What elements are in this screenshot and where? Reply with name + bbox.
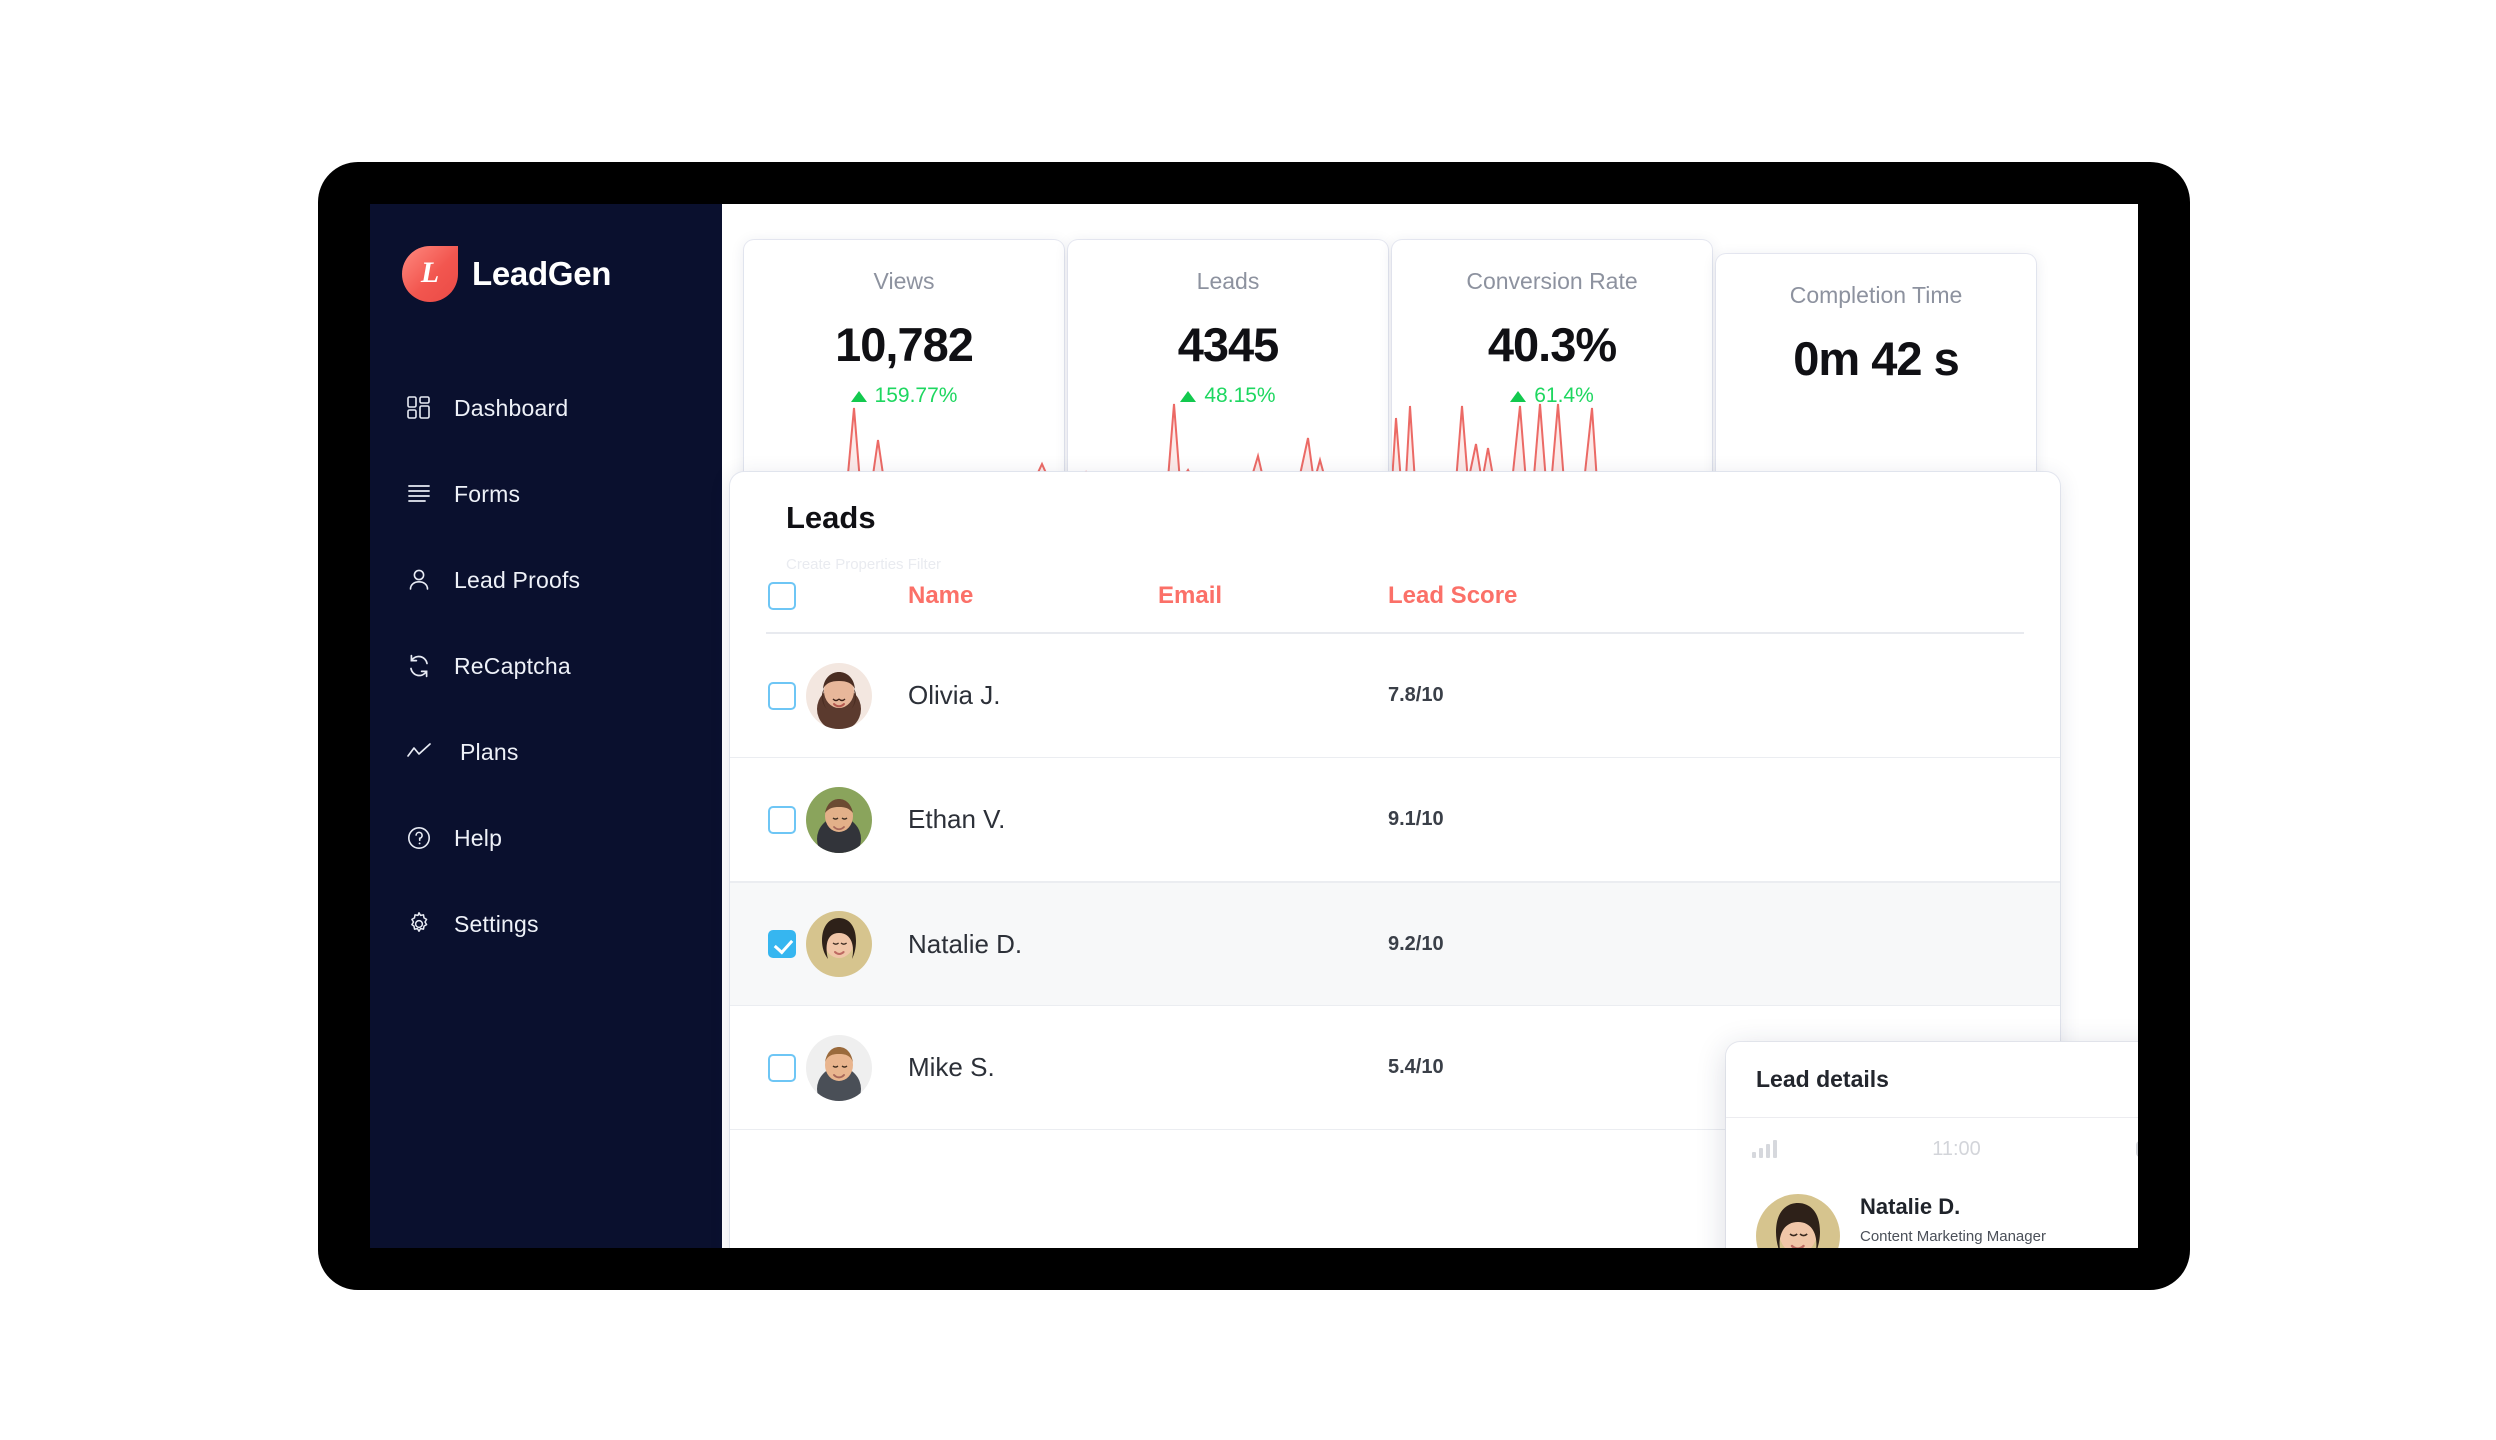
row-select-cell xyxy=(730,930,806,958)
table-row[interactable]: Natalie D. 9.2/10 xyxy=(730,882,2060,1006)
lead-score: 7.8/10 xyxy=(1388,684,1444,706)
stat-card-value: 4345 xyxy=(1177,318,1280,371)
lead-score: 5.4/10 xyxy=(1388,1056,1444,1078)
sidebar-item-label: Plans xyxy=(460,738,519,765)
avatar xyxy=(1756,1194,1840,1248)
main-content: Views 10,782 159.77% Leads 4345 48.15% C… xyxy=(722,204,2138,1248)
avatar-cell xyxy=(806,662,908,729)
column-header-name[interactable]: Name xyxy=(908,582,1158,610)
question-circle-icon xyxy=(406,825,432,851)
sidebar-item-label: Forms xyxy=(454,480,521,507)
lead-score: 9.2/10 xyxy=(1388,932,1444,955)
sidebar-item-plans[interactable]: Plans xyxy=(370,722,722,782)
popup-person-info: Natalie D. Content Marketing Manager ED … xyxy=(1860,1194,2094,1248)
row-select-cell xyxy=(730,805,806,834)
tablet-device-frame: L LeadGen Dashboard Forms Lead Proofs Re… xyxy=(318,162,2190,1290)
popup-title: Lead details xyxy=(1756,1066,1889,1092)
stat-card-title: Views xyxy=(873,268,935,294)
battery-icon xyxy=(2135,1141,2138,1157)
avatar-cell xyxy=(806,1034,908,1101)
row-checkbox[interactable] xyxy=(768,681,796,710)
user-icon xyxy=(406,567,432,593)
device-screen: L LeadGen Dashboard Forms Lead Proofs Re… xyxy=(370,204,2138,1248)
list-icon xyxy=(406,481,432,507)
avatar xyxy=(806,662,872,729)
sidebar-item-label: Dashboard xyxy=(454,394,569,421)
avatar xyxy=(806,786,872,853)
sidebar-item-label: Help xyxy=(454,824,503,851)
sidebar-item-forms[interactable]: Forms xyxy=(370,464,722,524)
sidebar-nav: Dashboard Forms Lead Proofs ReCaptcha Pl… xyxy=(370,378,722,954)
stat-card-value: 0m 42 s xyxy=(1793,332,1959,385)
sidebar-item-dashboard[interactable]: Dashboard xyxy=(370,378,722,438)
row-checkbox[interactable] xyxy=(768,930,796,958)
lead-details-popup: Lead details 11:00 Natalie D. Content Ma… xyxy=(1726,1042,2138,1248)
sidebar-item-label: ReCaptcha xyxy=(454,652,571,679)
sidebar-item-label: Settings xyxy=(454,910,539,937)
stat-card-completion-time[interactable]: Completion Time 0m 42 s xyxy=(1716,254,2036,502)
sidebar-item-label: Lead Proofs xyxy=(454,566,581,593)
stat-card-leads[interactable]: Leads 4345 48.15% xyxy=(1068,240,1388,488)
sidebar-item-recaptcha[interactable]: ReCaptcha xyxy=(370,636,722,696)
lead-name: Ethan V. xyxy=(908,804,1006,834)
table-row[interactable]: Olivia J. 7.8/10 xyxy=(730,634,2060,758)
stat-card-title: Completion Time xyxy=(1789,282,1963,308)
popup-person-name: Natalie D. xyxy=(1860,1194,1961,1219)
brand-name: LeadGen xyxy=(472,255,612,292)
sidebar: L LeadGen Dashboard Forms Lead Proofs Re… xyxy=(370,204,722,1248)
signal-bars-icon xyxy=(1752,1140,1777,1158)
column-header-lead-score[interactable]: Lead Score xyxy=(1388,582,1648,610)
leadgen-droplet-logo-icon: L xyxy=(402,246,458,302)
page-title: Leads xyxy=(786,500,876,535)
sidebar-item-lead-proofs[interactable]: Lead Proofs xyxy=(370,550,722,610)
status-bar-time: 11:00 xyxy=(1932,1137,1981,1160)
logo-letter: L xyxy=(420,256,440,289)
stat-card-value: 10,782 xyxy=(835,318,974,371)
refresh-icon xyxy=(406,653,432,679)
mobile-status-bar: 11:00 xyxy=(1726,1118,2138,1180)
column-header-email[interactable]: Email xyxy=(1158,582,1388,610)
popup-person-block: Natalie D. Content Marketing Manager ED … xyxy=(1726,1180,2138,1248)
row-select-cell xyxy=(730,681,806,710)
table-header-row: Name Email Lead Score xyxy=(730,558,2060,634)
popup-person-role: Content Marketing Manager xyxy=(1860,1228,2046,1245)
avatar-cell xyxy=(806,786,908,853)
stat-card-title: Conversion Rate xyxy=(1466,268,1638,294)
stat-card-views[interactable]: Views 10,782 159.77% xyxy=(744,240,1064,488)
row-checkbox[interactable] xyxy=(768,805,796,834)
lead-score: 9.1/10 xyxy=(1388,808,1444,830)
avatar xyxy=(806,911,872,977)
lead-name: Natalie D. xyxy=(908,928,1023,959)
trend-line-icon xyxy=(406,739,432,765)
stat-card-value: 40.3% xyxy=(1487,318,1617,371)
brand-logo-group[interactable]: L LeadGen xyxy=(402,246,722,302)
row-select-cell xyxy=(730,1053,806,1082)
stat-cards-strip: Views 10,782 159.77% Leads 4345 48.15% C… xyxy=(744,232,2036,502)
lead-name: Olivia J. xyxy=(908,680,1001,710)
stat-card-conversion-rate[interactable]: Conversion Rate 40.3% 61.4% xyxy=(1392,240,1712,488)
popup-header: Lead details xyxy=(1726,1042,2138,1118)
lead-name: Mike S. xyxy=(908,1052,995,1082)
sidebar-item-help[interactable]: Help xyxy=(370,808,722,868)
stat-card-title: Leads xyxy=(1196,268,1260,294)
select-all-checkbox[interactable] xyxy=(768,582,796,610)
sidebar-item-settings[interactable]: Settings xyxy=(370,894,722,954)
select-all-cell xyxy=(730,582,806,610)
row-checkbox[interactable] xyxy=(768,1053,796,1082)
avatar xyxy=(806,1034,872,1101)
avatar-cell xyxy=(806,911,908,977)
gear-icon xyxy=(406,911,432,937)
table-row[interactable]: Ethan V. 9.1/10 xyxy=(730,758,2060,882)
grid-icon xyxy=(406,395,432,421)
